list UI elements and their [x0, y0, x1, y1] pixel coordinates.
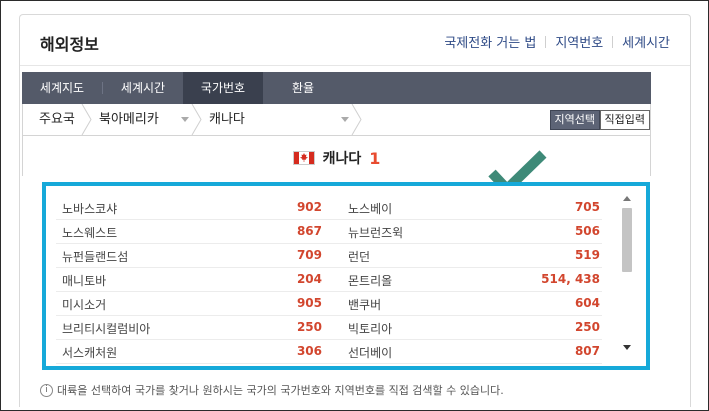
scroll-up-arrow-icon[interactable] — [623, 196, 631, 201]
region-name[interactable]: 노스웨스트 — [62, 224, 117, 241]
table-row: 노스웨스트 867 뉴브런즈윅 506 — [56, 220, 602, 244]
country-dropdown[interactable]: 캐나다 — [209, 104, 245, 135]
region-code: 306 — [296, 344, 322, 358]
tab-world-map[interactable]: 세계지도 — [22, 72, 102, 104]
region-code: 705 — [574, 200, 600, 214]
canada-flag-icon — [292, 151, 315, 165]
link-divider — [612, 35, 614, 48]
table-row: 서스캐처원 306 선더베이 807 — [56, 340, 602, 364]
region-selector: 주요국 북아메리카 캐나다 지역선택 직접입력 — [22, 104, 651, 136]
region-code: 709 — [296, 248, 322, 262]
direct-input-button[interactable]: 직접입력 — [599, 110, 650, 130]
country-code: 1 — [369, 148, 381, 168]
region-name[interactable]: 밴쿠버 — [348, 296, 381, 313]
region-code: 867 — [296, 224, 322, 238]
region-code: 204 — [296, 272, 322, 286]
region-name[interactable]: 몬트리올 — [348, 272, 392, 289]
region-name[interactable]: 미시소거 — [62, 296, 106, 313]
region-code: 250 — [296, 320, 322, 334]
row-divider — [56, 363, 602, 364]
breadcrumb-chevron-icon — [351, 104, 362, 135]
link-world-time[interactable]: 세계시간 — [622, 32, 670, 51]
region-name[interactable]: 뉴펀들랜드섬 — [62, 248, 128, 265]
scroll-down-arrow-icon[interactable] — [623, 345, 631, 350]
tab-world-time[interactable]: 세계시간 — [103, 72, 183, 104]
region-select-button[interactable]: 지역선택 — [549, 110, 600, 130]
link-international-call[interactable]: 국제전화 거는 법 — [444, 32, 536, 51]
table-row: 매니토바 204 몬트리올 514, 438 — [56, 268, 602, 292]
region-name[interactable]: 뉴브런즈윅 — [348, 224, 403, 241]
region-name[interactable]: 선더베이 — [348, 344, 392, 361]
region-name[interactable]: 런던 — [348, 248, 370, 265]
table-row: 뉴펀들랜드섬 709 런던 519 — [56, 244, 602, 268]
link-divider — [545, 35, 547, 48]
tab-country-code[interactable]: 국가번호 — [183, 72, 263, 104]
region-name[interactable]: 브리티시컬럼비아 — [62, 320, 150, 337]
help-note: i 대륙을 선택하여 국가를 찾거나 원하시는 국가의 국가번호와 지역번호를 … — [40, 382, 504, 398]
table-row: 노바스코샤 902 노스베이 705 — [56, 196, 602, 220]
header-links: 국제전화 거는 법 지역번호 세계시간 — [444, 32, 670, 51]
chevron-down-icon — [341, 117, 349, 122]
region-code: 902 — [296, 200, 322, 214]
region-code: 807 — [574, 344, 600, 358]
continent-dropdown[interactable]: 북아메리카 — [99, 104, 159, 135]
country-name: 캐나다 — [322, 151, 362, 167]
continent-group-dropdown[interactable]: 주요국 — [39, 104, 75, 135]
region-name[interactable]: 노스베이 — [348, 200, 392, 217]
selected-country: 캐나다 1 — [22, 136, 651, 176]
region-code: 250 — [574, 320, 600, 334]
region-code: 519 — [574, 248, 600, 262]
scroll-thumb[interactable] — [622, 208, 632, 272]
region-name[interactable]: 노바스코샤 — [62, 200, 117, 217]
link-area-code[interactable]: 지역번호 — [555, 32, 603, 51]
tab-bar: 세계지도 세계시간 국가번호 환율 — [22, 72, 651, 104]
region-code: 604 — [574, 296, 600, 310]
region-code: 514, 438 — [541, 272, 600, 286]
table-row: 미시소거 905 밴쿠버 604 — [56, 292, 602, 316]
region-name[interactable]: 매니토바 — [62, 272, 106, 289]
region-name[interactable]: 서스캐처원 — [62, 344, 117, 361]
list-scrollbar[interactable] — [620, 194, 634, 352]
tab-exchange-rate[interactable]: 환율 — [263, 72, 343, 104]
area-code-grid: 노바스코샤 902 노스베이 705 노스웨스트 867 뉴브런즈윅 506 뉴펀들랜드섬 709… — [56, 196, 602, 364]
breadcrumb-chevron-icon — [81, 104, 92, 135]
help-text: 대륙을 선택하여 국가를 찾거나 원하시는 국가의 국가번호와 지역번호를 직접… — [57, 384, 504, 397]
region-code: 506 — [574, 224, 600, 238]
area-code-list: 노바스코샤 902 노스베이 705 노스웨스트 867 뉴브런즈윅 506 뉴펀들랜드섬 709… — [42, 182, 650, 370]
chevron-down-icon — [181, 117, 189, 122]
panel-header: 해외정보 국제전화 거는 법 지역번호 세계시간 — [20, 15, 690, 66]
table-row: 브리티시컬럼비아 250 빅토리아 250 — [56, 316, 602, 340]
breadcrumb-chevron-icon — [191, 104, 202, 135]
region-name[interactable]: 빅토리아 — [348, 320, 392, 337]
info-icon: i — [40, 383, 53, 397]
page-title: 해외정보 — [40, 35, 99, 54]
region-code: 905 — [296, 296, 322, 310]
